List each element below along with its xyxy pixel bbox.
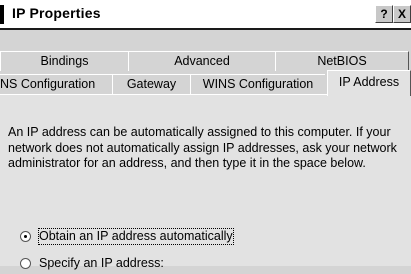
help-button[interactable]: ? — [375, 5, 393, 23]
specify-ip-address-radio[interactable] — [20, 258, 31, 269]
tab-netbios-label: NetBIOS — [317, 54, 367, 68]
tab-dns-configuration[interactable]: NS Configuration — [0, 74, 112, 94]
tab-ip-address[interactable]: IP Address — [327, 70, 411, 96]
obtain-ip-automatically-option[interactable]: Obtain an IP address automatically — [20, 228, 250, 247]
tab-wins-configuration-label: WINS Configuration — [202, 77, 314, 91]
title-bar-edge — [0, 5, 4, 24]
tab-netbios[interactable]: NetBIOS — [275, 51, 409, 71]
obtain-ip-automatically-label: Obtain an IP address automatically — [38, 228, 234, 245]
tab-wins-configuration[interactable]: WINS Configuration — [190, 74, 325, 94]
tab-gateway[interactable]: Gateway — [112, 74, 190, 94]
specify-ip-address-option[interactable]: Specify an IP address: — [20, 256, 220, 274]
specify-ip-address-label: Specify an IP address: — [39, 256, 164, 270]
tab-bindings-label: Bindings — [40, 54, 89, 68]
tab-bindings[interactable]: Bindings — [0, 51, 128, 71]
ip-address-description: An IP address can be automatically assig… — [8, 125, 397, 170]
tab-dns-configuration-label: NS Configuration — [0, 77, 96, 91]
tab-advanced[interactable]: Advanced — [128, 51, 275, 71]
obtain-ip-automatically-radio[interactable] — [20, 231, 31, 242]
window-title: IP Properties — [12, 5, 101, 21]
tab-advanced-label: Advanced — [174, 54, 230, 68]
tab-gateway-label: Gateway — [126, 77, 177, 91]
title-bar[interactable]: IP Properties ? X — [0, 0, 411, 30]
close-button[interactable]: X — [393, 5, 411, 23]
tab-ip-address-label: IP Address — [338, 75, 400, 89]
